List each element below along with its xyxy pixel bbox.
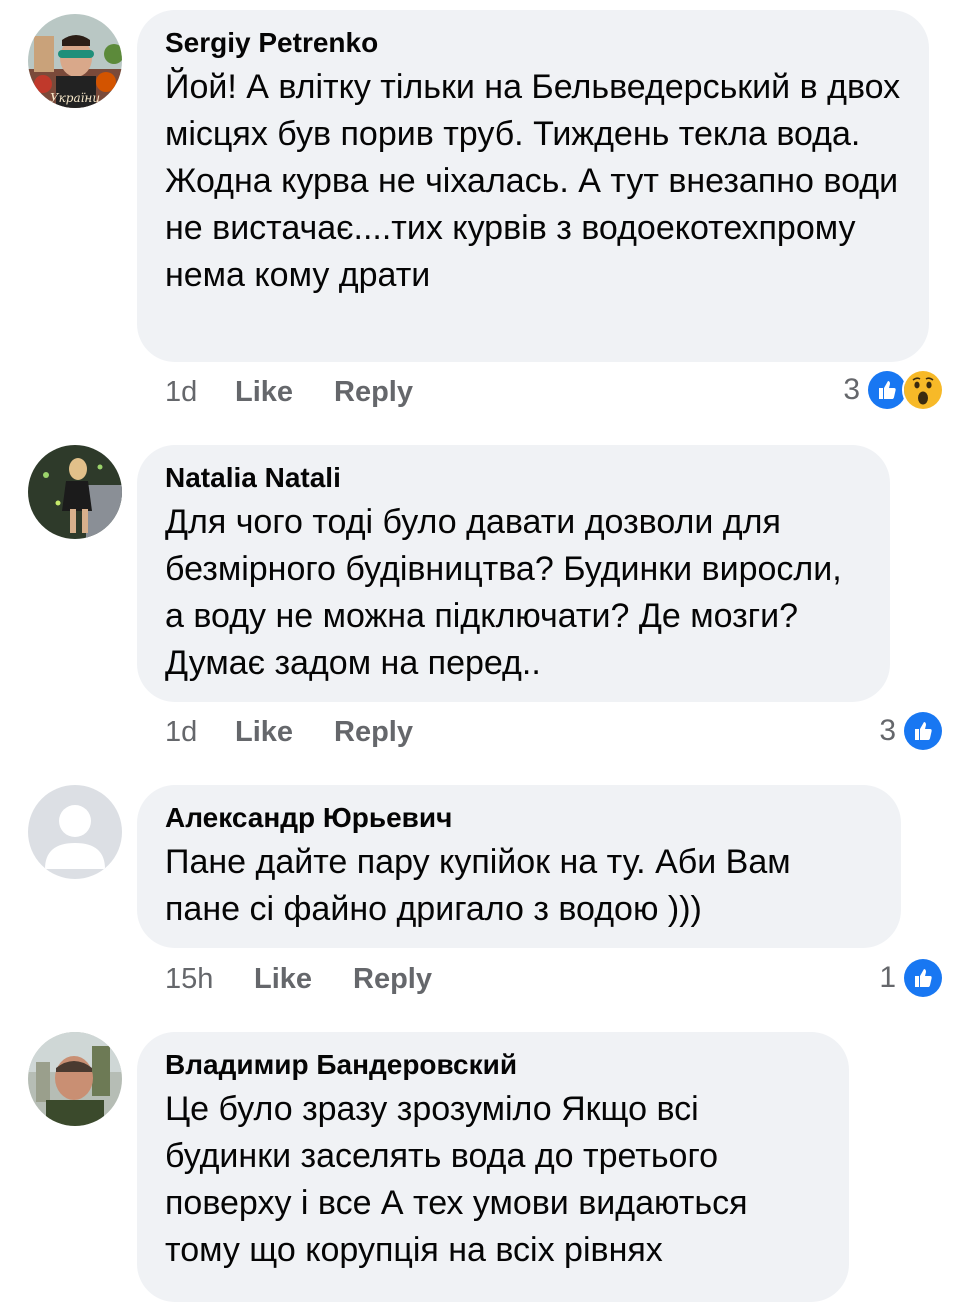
reply-button[interactable]: Reply [334,372,413,412]
comment-author[interactable]: Sergiy Petrenko [165,26,901,60]
comment-text: Йой! А влітку тільки на Бельведерський в… [165,68,901,294]
avatar[interactable] [28,445,122,539]
svg-text:України: України [50,91,100,105]
like-icon [902,710,944,752]
comment-time[interactable]: 1d [165,372,197,412]
comment-text: Для чого тоді було давати дозволи для бе… [165,503,842,682]
comment-author[interactable]: Владимир Бандеровский [165,1048,821,1082]
avatar[interactable]: України [28,14,122,108]
wow-icon [902,369,944,411]
comment-time[interactable]: 15h [165,959,213,999]
reply-button[interactable]: Reply [353,959,432,999]
reaction-count: 3 [843,373,860,406]
reply-button[interactable]: Reply [334,712,413,752]
like-button[interactable]: Like [235,712,293,752]
comment-text: Пане дайте пару купійок на ту. Аби Вам п… [165,843,791,928]
reactions-summary[interactable]: 1 [879,957,944,999]
avatar[interactable] [28,1032,122,1126]
comment-bubble: Владимир Бандеровский Це було зразу зроз… [137,1032,849,1302]
comment-author[interactable]: Natalia Natali [165,461,862,495]
comment-text: Це було зразу зрозуміло Якщо всі будинки… [165,1090,748,1269]
avatar[interactable] [28,785,122,879]
comment-time[interactable]: 1d [165,712,197,752]
comment-bubble: Александр Юрьевич Пане дайте пару купійо… [137,785,901,948]
like-icon [902,957,944,999]
comment-bubble: Sergiy Petrenko Йой! А влітку тільки на … [137,10,929,362]
reaction-count: 3 [879,714,896,747]
comment-author[interactable]: Александр Юрьевич [165,801,873,835]
like-button[interactable]: Like [235,372,293,412]
reactions-summary[interactable]: 3 [843,369,944,411]
reaction-count: 1 [879,961,896,994]
reactions-summary[interactable]: 3 [879,710,944,752]
comment-bubble: Natalia Natali Для чого тоді було давати… [137,445,890,702]
like-button[interactable]: Like [254,959,312,999]
